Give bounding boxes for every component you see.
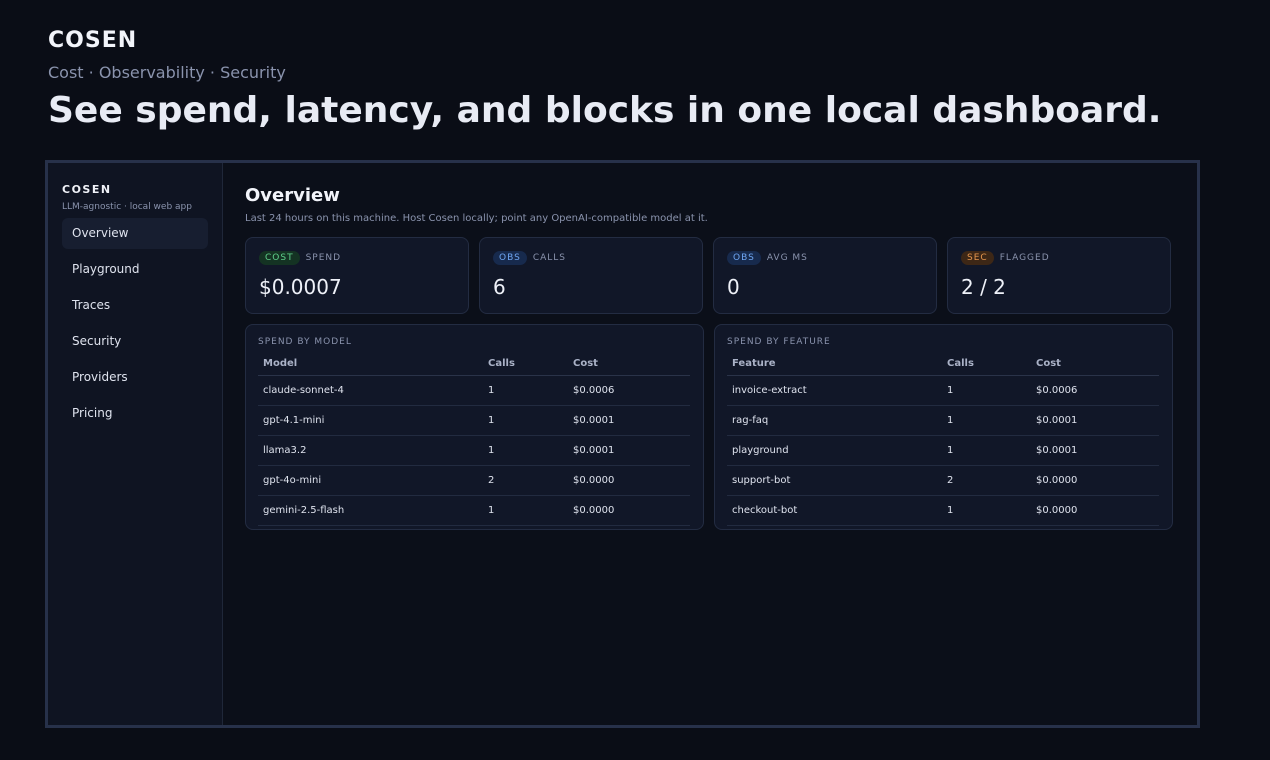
stat-label: AVG MS — [766, 253, 808, 263]
table-cell: 2 — [483, 465, 568, 496]
table-cell: $0.0001 — [1031, 405, 1159, 436]
table-header-row: Feature Calls Cost — [727, 351, 1159, 376]
table-row: support-bot 2 $0.0000 — [727, 465, 1159, 496]
table-cell: playground — [727, 435, 942, 466]
table-cell: $0.0000 — [1031, 495, 1159, 526]
table-cell: 2 — [942, 465, 1031, 496]
table-cell: $0.0006 — [1031, 375, 1159, 406]
table-cell: support-bot — [727, 465, 942, 496]
cost-tag-badge: COST — [259, 251, 300, 265]
stat-cards: COST SPEND $0.0007 OBS CALLS 6 OBS AVG M… — [245, 237, 1175, 314]
table-row: claude-sonnet-4 1 $0.0006 — [258, 375, 690, 406]
spend-by-model-table: Model Calls Cost claude-sonnet-4 1 $0.00… — [258, 351, 690, 526]
sidebar-item-security[interactable]: Security — [62, 326, 208, 357]
table-cell: 1 — [483, 375, 568, 406]
hero: COSEN Cost · Observability · Security Se… — [48, 28, 1161, 131]
table-cell: $0.0000 — [568, 495, 690, 526]
stat-value: 2 / 2 — [961, 275, 1006, 299]
table-cell: 1 — [942, 435, 1031, 466]
table-cell: gemini-2.5-flash — [258, 495, 483, 526]
stat-value: 6 — [493, 275, 506, 299]
table-row: invoice-extract 1 $0.0006 — [727, 375, 1159, 406]
table-cell: $0.0000 — [1031, 465, 1159, 496]
table-row: playground 1 $0.0001 — [727, 435, 1159, 466]
hero-headline: See spend, latency, and blocks in one lo… — [48, 90, 1162, 131]
stat-value: $0.0007 — [259, 275, 342, 299]
table-cell: 1 — [942, 375, 1031, 406]
app-window: COSEN LLM-agnostic · local web app Overv… — [45, 160, 1200, 728]
obs-tag-badge: OBS — [727, 251, 761, 265]
table-cell: $0.0001 — [568, 435, 690, 466]
obs-tag-badge: OBS — [493, 251, 527, 265]
table-row: gpt-4.1-mini 1 $0.0001 — [258, 405, 690, 436]
page-subtitle: Last 24 hours on this machine. Host Cose… — [245, 213, 708, 224]
table-cell: $0.0001 — [1031, 435, 1159, 466]
table-cell: llama3.2 — [258, 435, 483, 466]
table-row: gemini-2.5-flash 1 $0.0000 — [258, 495, 690, 526]
column-header: Calls — [942, 351, 1031, 376]
hero-tagline: Cost · Observability · Security — [48, 63, 286, 82]
table-row: checkout-bot 1 $0.0000 — [727, 495, 1159, 526]
page-title: Overview — [245, 185, 340, 206]
table-cell: 1 — [483, 435, 568, 466]
table-row: llama3.2 1 $0.0001 — [258, 435, 690, 466]
sidebar-item-playground[interactable]: Playground — [62, 254, 208, 285]
sidebar-item-overview[interactable]: Overview — [62, 218, 208, 249]
table-cell: claude-sonnet-4 — [258, 375, 483, 406]
panel-title: SPEND BY MODEL — [258, 337, 352, 347]
spend-by-feature-panel: SPEND BY FEATURE Feature Calls Cost invo… — [714, 324, 1173, 530]
column-header: Cost — [568, 351, 690, 376]
table-row: rag-faq 1 $0.0001 — [727, 405, 1159, 436]
table-cell: rag-faq — [727, 405, 942, 436]
column-header: Model — [258, 351, 483, 376]
table-cell: 1 — [483, 495, 568, 526]
main-content: Overview Last 24 hours on this machine. … — [223, 163, 1197, 725]
column-header: Cost — [1031, 351, 1159, 376]
spend-by-feature-table: Feature Calls Cost invoice-extract 1 $0.… — [727, 351, 1159, 526]
stat-value: 0 — [727, 275, 740, 299]
spend-by-model-panel: SPEND BY MODEL Model Calls Cost claude-s… — [245, 324, 704, 530]
table-row: gpt-4o-mini 2 $0.0000 — [258, 465, 690, 496]
sec-tag-badge: SEC — [961, 251, 994, 265]
column-header: Feature — [727, 351, 942, 376]
table-cell: $0.0006 — [568, 375, 690, 406]
sidebar-item-pricing[interactable]: Pricing — [62, 398, 208, 429]
stat-label: SPEND — [305, 253, 342, 263]
table-cell: checkout-bot — [727, 495, 942, 526]
table-cell: gpt-4o-mini — [258, 465, 483, 496]
stat-card-flagged: SEC FLAGGED 2 / 2 — [947, 237, 1171, 314]
table-cell: 1 — [942, 495, 1031, 526]
table-cell: 1 — [483, 405, 568, 436]
stat-label: CALLS — [532, 253, 567, 263]
table-cell: gpt-4.1-mini — [258, 405, 483, 436]
sidebar: COSEN LLM-agnostic · local web app Overv… — [48, 163, 223, 725]
stat-card-spend: COST SPEND $0.0007 — [245, 237, 469, 314]
sidebar-brand: COSEN — [62, 183, 112, 196]
table-cell: 1 — [942, 405, 1031, 436]
table-cell: invoice-extract — [727, 375, 942, 406]
table-cell: $0.0000 — [568, 465, 690, 496]
hero-brand: COSEN — [48, 28, 138, 53]
table-header-row: Model Calls Cost — [258, 351, 690, 376]
tables: SPEND BY MODEL Model Calls Cost claude-s… — [245, 324, 1175, 530]
sidebar-item-providers[interactable]: Providers — [62, 362, 208, 393]
sidebar-subtitle: LLM-agnostic · local web app — [62, 202, 192, 212]
stat-card-calls: OBS CALLS 6 — [479, 237, 703, 314]
sidebar-item-traces[interactable]: Traces — [62, 290, 208, 321]
column-header: Calls — [483, 351, 568, 376]
sidebar-nav: Overview Playground Traces Security Prov… — [62, 218, 208, 429]
stat-card-avg-ms: OBS AVG MS 0 — [713, 237, 937, 314]
panel-title: SPEND BY FEATURE — [727, 337, 831, 347]
table-cell: $0.0001 — [568, 405, 690, 436]
stat-label: FLAGGED — [999, 253, 1050, 263]
